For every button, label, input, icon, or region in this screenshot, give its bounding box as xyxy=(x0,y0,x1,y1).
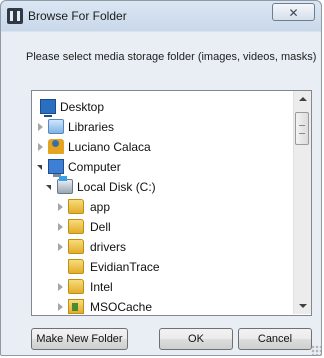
expand-icon[interactable] xyxy=(58,303,63,311)
folder-tree[interactable]: Desktop Libraries Luciano Calaca Compute… xyxy=(31,90,312,316)
tree-item-label: Computer xyxy=(68,160,121,174)
tree-item-label: Libraries xyxy=(68,120,115,134)
expand-icon[interactable] xyxy=(58,203,63,211)
expand-icon[interactable] xyxy=(38,143,43,151)
app-icon xyxy=(7,8,23,24)
make-new-folder-button[interactable]: Make New Folder xyxy=(31,328,128,350)
folder-icon xyxy=(68,299,84,314)
folder-icon xyxy=(68,219,84,234)
vertical-scrollbar[interactable] xyxy=(293,91,311,314)
collapse-icon[interactable] xyxy=(37,165,42,170)
instruction-text: Please select media storage folder (imag… xyxy=(26,51,317,63)
resize-grip-icon[interactable] xyxy=(311,345,321,355)
folder-icon xyxy=(68,199,84,214)
expand-icon[interactable] xyxy=(58,243,63,251)
expand-icon[interactable] xyxy=(58,223,63,231)
tree-item-label: app xyxy=(90,200,111,214)
tree-item-label: EvidianTrace xyxy=(90,260,160,274)
window-title: Browse For Folder xyxy=(28,9,127,23)
tree-item-label: MSOCache xyxy=(90,300,153,314)
ok-button[interactable]: OK xyxy=(159,328,233,350)
cancel-button[interactable]: Cancel xyxy=(238,328,312,350)
folder-icon xyxy=(68,259,84,274)
close-button[interactable]: ✕ xyxy=(272,3,315,21)
desktop-icon xyxy=(40,99,56,117)
tree-item-label: Luciano Calaca xyxy=(68,140,151,154)
user-folder-icon xyxy=(48,139,64,154)
expand-icon[interactable] xyxy=(38,123,43,131)
tree-item-label: drivers xyxy=(90,240,127,254)
folder-icon xyxy=(68,239,84,254)
tree-item-label: Dell xyxy=(90,220,111,234)
scroll-up-arrow-icon[interactable] xyxy=(294,91,311,108)
libraries-icon xyxy=(48,119,64,134)
tree-item-label: Intel xyxy=(90,280,113,294)
folder-icon xyxy=(68,279,84,294)
tree-item-label: Local Disk (C:) xyxy=(77,180,156,194)
title-bar[interactable]: Browse For Folder ✕ xyxy=(1,1,321,33)
local-disk-icon xyxy=(57,176,73,194)
scroll-down-arrow-icon[interactable] xyxy=(294,297,311,314)
scroll-thumb[interactable] xyxy=(295,112,309,145)
collapse-icon[interactable] xyxy=(46,185,51,190)
tree-item-label: Desktop xyxy=(60,100,105,114)
expand-icon[interactable] xyxy=(58,283,63,291)
computer-icon xyxy=(48,159,64,177)
